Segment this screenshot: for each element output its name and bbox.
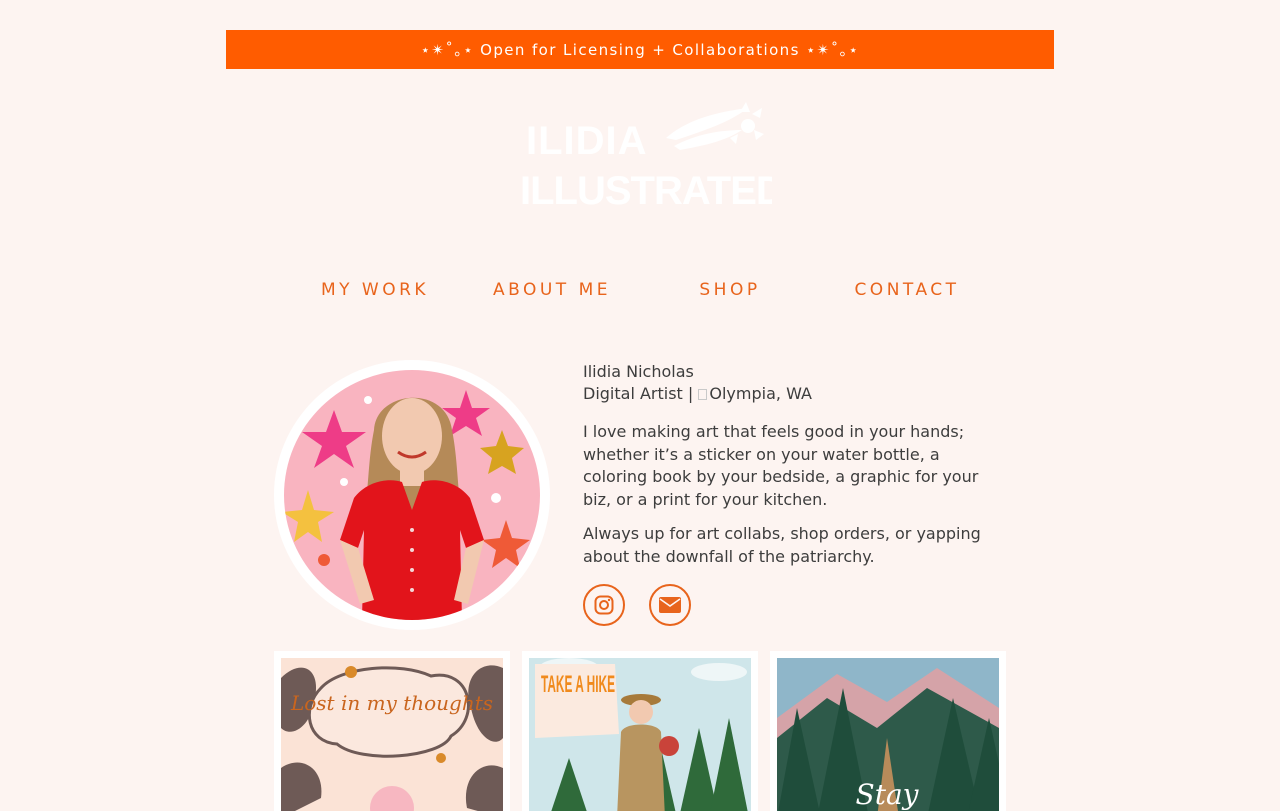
envelope-icon	[659, 597, 681, 613]
artist-role-location: Digital Artist | Olympia, WA	[583, 383, 998, 405]
nav-shop[interactable]: SHOP	[641, 280, 819, 300]
bio-section: Ilidia Nicholas Digital Artist | Olympia…	[583, 361, 998, 568]
location-pin-icon	[698, 389, 708, 400]
profile-photo-frame	[274, 360, 550, 630]
gallery-item-2[interactable]: TAKE A HIKE	[522, 651, 758, 811]
bio-paragraph-2: Always up for art collabs, shop orders, …	[583, 524, 981, 566]
nav-my-work[interactable]: MY WORK	[286, 280, 464, 300]
nav-contact[interactable]: CONTACT	[818, 280, 996, 300]
instagram-icon	[594, 595, 614, 615]
gallery-image-2: TAKE A HIKE	[529, 658, 751, 811]
gallery-image-3: Stay	[777, 658, 999, 811]
bio-paragraph-1: I love making art that feels good in you…	[583, 422, 979, 509]
logo-line-2: ILLUSTRATED	[520, 169, 772, 212]
banner-text: ⋆✴︎˚｡⋆ Open for Licensing + Collaboratio…	[420, 41, 860, 59]
nav-about-me[interactable]: ABOUT ME	[463, 280, 641, 300]
gallery-item-1[interactable]: Lost in my thoughts	[274, 651, 510, 811]
gallery-lettering-2: TAKE A HIKE	[541, 671, 615, 698]
announcement-banner: ⋆✴︎˚｡⋆ Open for Licensing + Collaboratio…	[226, 30, 1054, 69]
site-logo[interactable]: ILIDIA ILLUSTRATED	[516, 100, 785, 213]
gallery-lettering-1: Lost in my thoughts	[290, 691, 493, 715]
gallery-item-3[interactable]: Stay	[770, 651, 1006, 811]
artist-name: Ilidia Nicholas	[583, 362, 694, 381]
logo-line-1: ILIDIA	[526, 119, 648, 163]
gallery-image-1: Lost in my thoughts	[281, 658, 503, 811]
artist-role: Digital Artist |	[583, 384, 699, 403]
profile-photo	[284, 370, 540, 620]
email-button[interactable]	[649, 584, 691, 626]
instagram-button[interactable]	[583, 584, 625, 626]
artist-location: Olympia, WA	[709, 384, 812, 403]
main-nav: MY WORK ABOUT ME SHOP CONTACT	[0, 280, 1280, 304]
gallery-lettering-3: Stay	[856, 778, 920, 811]
